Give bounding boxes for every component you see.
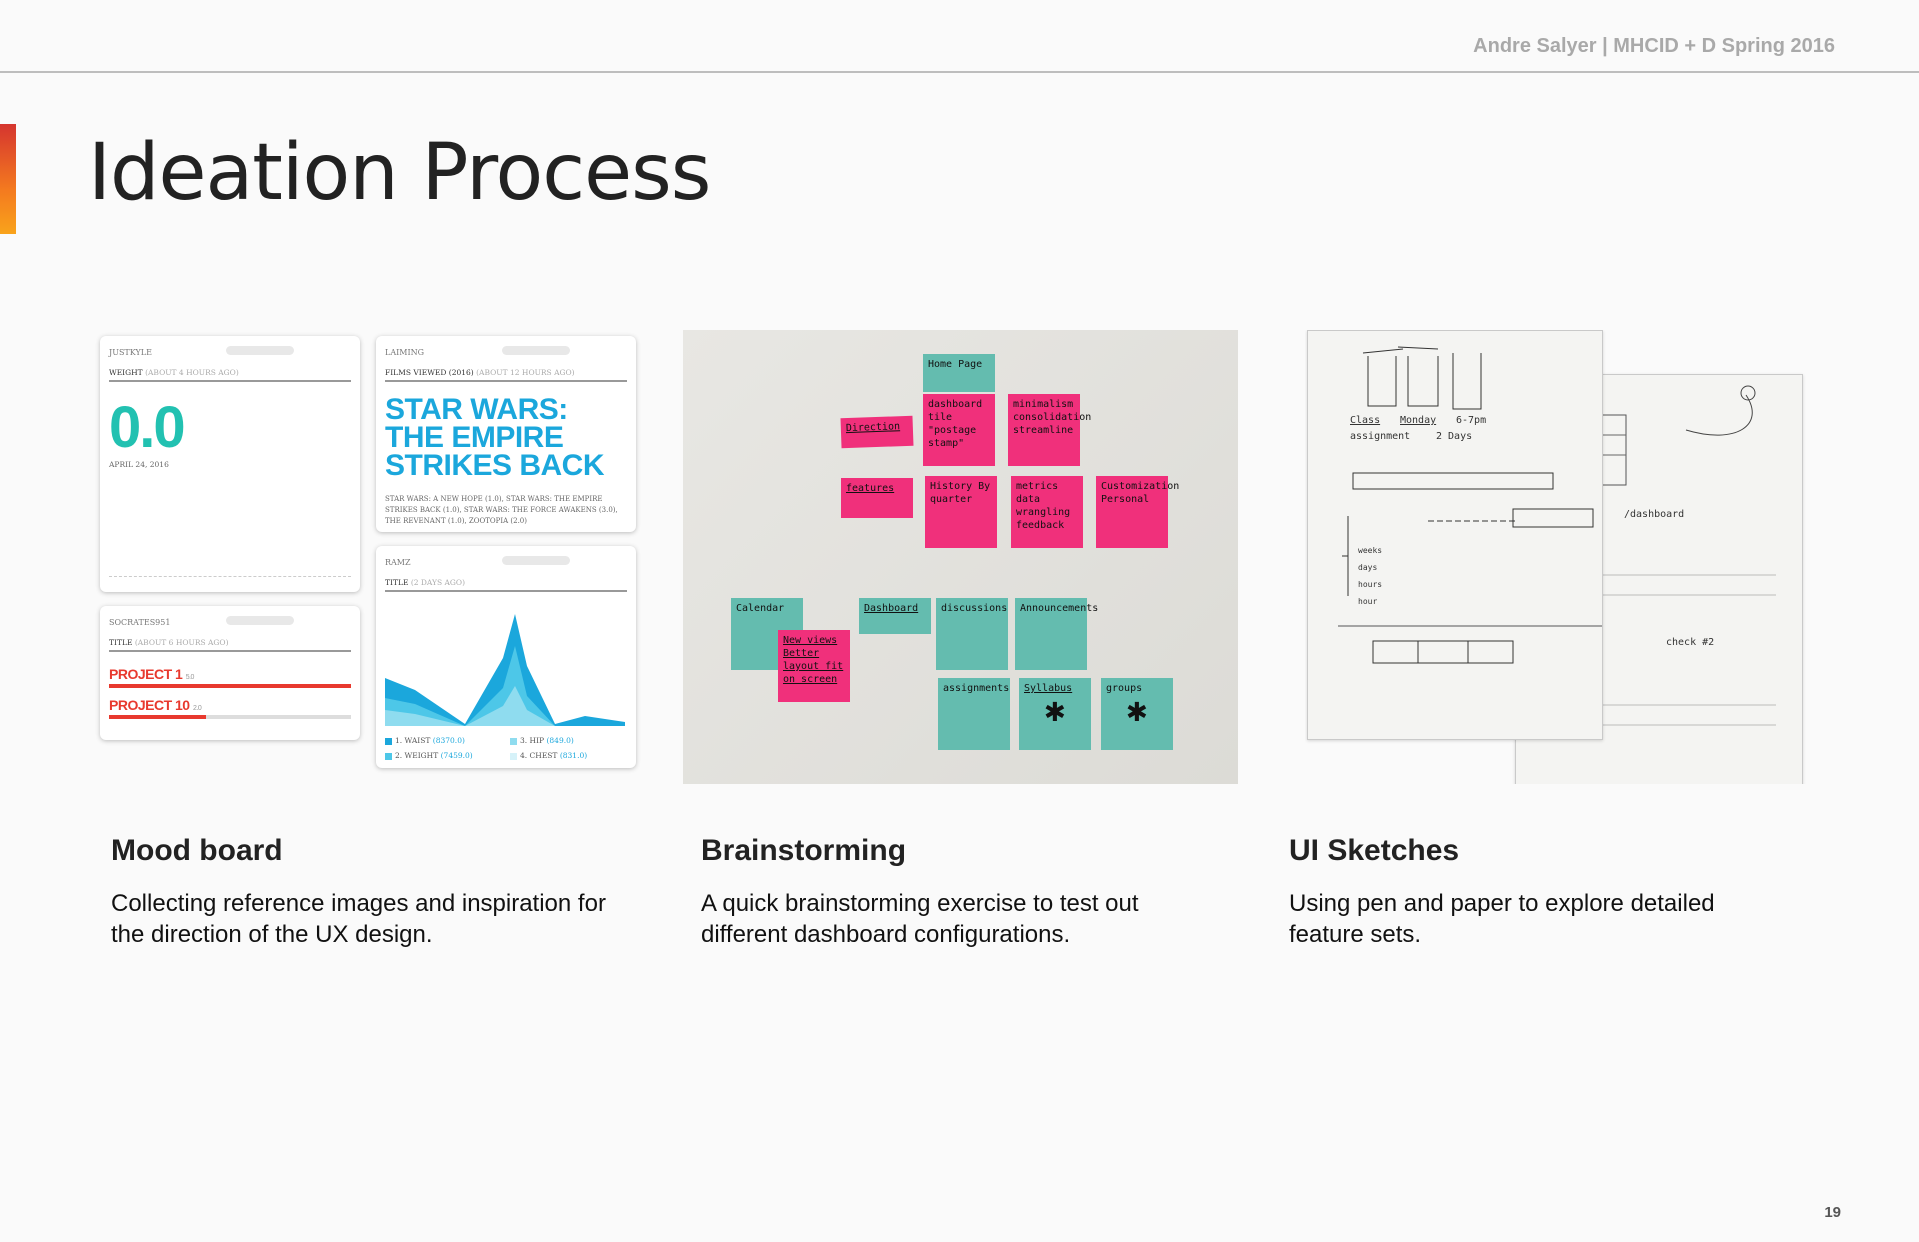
weight-date: APRIL 24, 2016 [109,460,169,469]
projects-widget: SOCRATES951 TITLE (ABOUT 6 HOURS AGO) PR… [100,606,360,740]
sticky-note: assignments [938,678,1010,750]
project-row-10: PROJECT 10 2.0 [109,697,202,713]
project-row-1: PROJECT 1 5.0 [109,666,194,682]
project-bar-fill [109,684,351,688]
sticky-note: Customization Personal [1096,476,1179,548]
legend-item: 4. CHEST (831.0) [510,751,587,760]
legend-item: 2. WEIGHT (7459.0) [385,751,473,760]
project-bar-fill [109,715,206,719]
widget-user: SOCRATES951 [109,618,171,627]
widget-user: LAIMING [385,348,424,357]
sketch-lines [1338,346,1602,664]
films-headline: STAR WARS: THE EMPIRE STRIKES BACK [385,393,605,482]
films-widget: LAIMING FILMS VIEWED (2016) (ABOUT 12 HO… [376,336,636,532]
project-bar-10 [109,715,351,719]
sticky-note: features [841,478,913,518]
sketch-paper-front: Class Monday 6-7pm assignment 2 Days wee… [1307,330,1603,740]
area-chart [385,614,625,726]
widget-label: FILMS VIEWED (2016) (ABOUT 12 HOURS AGO) [385,368,575,377]
widget-label: WEIGHT (ABOUT 4 HOURS AGO) [109,368,239,377]
section-desc-moodboard: Collecting reference images and inspirat… [111,890,606,948]
sticky-note: History By quarter [925,476,997,548]
project-bar-1 [109,684,351,688]
section-desc-brainstorming: A quick brainstorming exercise to test o… [701,890,1139,948]
sketches-image: /dashboard check #2 Class Monday 6-7pm a… [1305,330,1860,784]
sticky-note: Syllabus ✱ [1019,678,1091,750]
widget-label: TITLE (2 DAYS AGO) [385,578,465,587]
sticky-note: Home Page [923,354,995,392]
brainstorm-image: Home Page dashboard tile "postage stamp"… [683,330,1238,784]
widget-user: JUSTKYLE [109,348,152,357]
section-title-ui-sketches: UI Sketches [1289,834,1460,867]
weight-widget: JUSTKYLE WEIGHT (ABOUT 4 HOURS AGO) 0.0 … [100,336,360,592]
weight-value: 0.0 [109,395,186,460]
page-number: 19 [1824,1204,1841,1221]
sticky-note: groups ✱ [1101,678,1173,750]
sticky-note: minimalism consolidation streamline [1008,394,1091,466]
accent-bar [0,124,16,234]
films-list: STAR WARS: A NEW HOPE (1.0), STAR WARS: … [385,495,618,525]
header-author: Andre Salyer | MHCID + D Spring 2016 [1473,35,1835,57]
area-chart-widget: RAMZ TITLE (2 DAYS AGO) 1. WAIST (8370.0… [376,546,636,768]
header-rule [0,71,1919,73]
sticky-note: Announcements [1015,598,1098,670]
section-title-moodboard: Mood board [111,834,283,867]
moodboard-image: JUSTKYLE WEIGHT (ABOUT 4 HOURS AGO) 0.0 … [92,330,647,784]
section-desc-ui-sketches: Using pen and paper to explore detailed … [1289,890,1715,948]
sticky-note: discussions [936,598,1008,670]
sticky-note: dashboard tile "postage stamp" [923,394,995,466]
widget-label: TITLE (ABOUT 6 HOURS AGO) [109,638,229,647]
section-title-brainstorming: Brainstorming [701,834,907,867]
widget-user: RAMZ [385,558,411,567]
sticky-note: New views Better layout fit on screen [778,630,850,702]
sticky-note: Direction [840,415,914,449]
page-title: Ideation Process [88,128,711,218]
sticky-note: Dashboard [859,598,931,634]
legend-item: 1. WAIST (8370.0) [385,736,465,745]
legend-item: 3. HIP (849.0) [510,736,574,745]
sticky-note: metrics data wrangling feedback [1011,476,1083,548]
